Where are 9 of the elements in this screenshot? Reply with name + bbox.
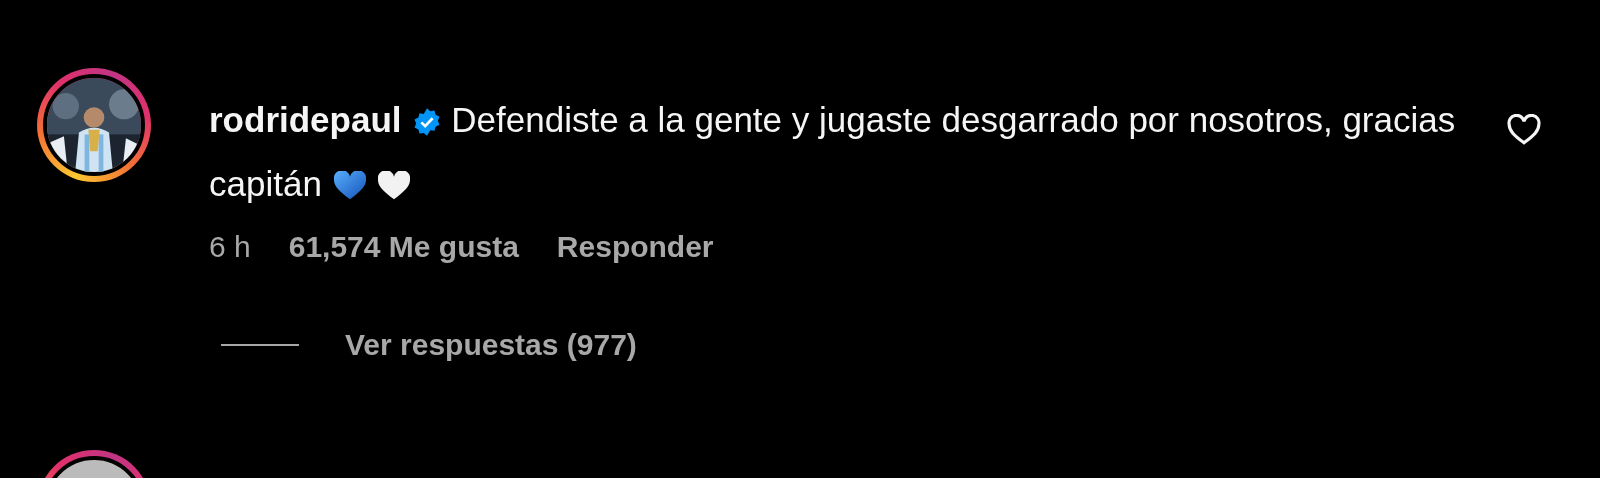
view-replies-button[interactable]: Ver respuestas (977) [345,328,637,362]
like-heart-icon[interactable] [1507,114,1541,146]
comment-text: rodridepaul Defendiste a la gente y jugaste desgarrado por nosotros, gracias capitán [209,100,1456,203]
likes-count-button[interactable]: 61,574 Me gusta [288,230,519,264]
heart-emoji-icon [333,171,366,201]
username-link[interactable]: rodridepaul [209,100,402,139]
timestamp: 6 h [209,230,251,264]
heart-emoji-icon [377,171,410,201]
reply-button[interactable]: Responder [556,230,714,264]
